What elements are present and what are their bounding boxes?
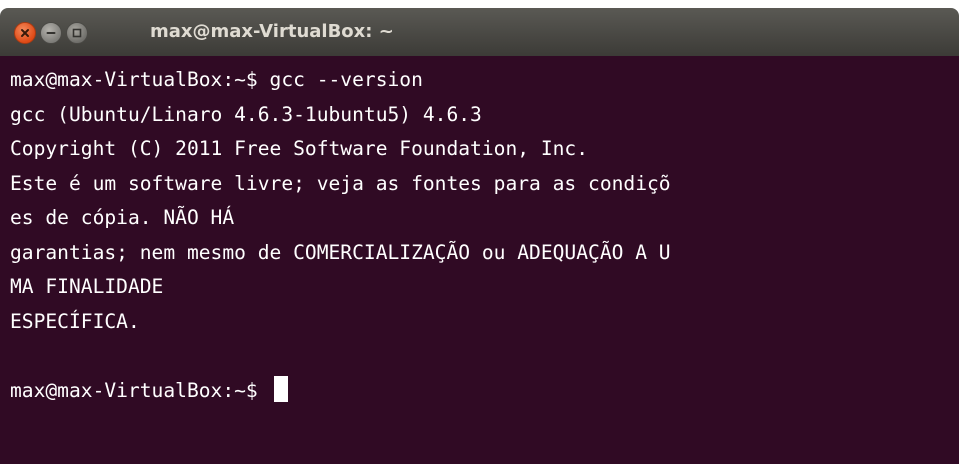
maximize-button[interactable] — [66, 22, 88, 44]
terminal-line: garantias; nem mesmo de COMERCIALIZAÇÃO … — [10, 240, 671, 264]
window-title: max@max-VirtualBox: ~ — [150, 21, 394, 42]
terminal-line: MA FINALIDADE — [10, 275, 164, 298]
minimize-button[interactable] — [40, 22, 62, 44]
maximize-icon — [72, 28, 82, 38]
terminal-output[interactable]: max@max-VirtualBox:~$ gcc --version gcc … — [0, 56, 959, 464]
terminal-line: Este é um software livre; veja as fontes… — [10, 171, 671, 195]
title-bar[interactable]: max@max-VirtualBox: ~ — [0, 8, 959, 56]
terminal-line: es de cópia. NÃO HÁ — [10, 206, 235, 229]
prompt-line[interactable]: max@max-VirtualBox:~$ — [10, 374, 959, 409]
terminal-line: ESPECÍFICA. — [10, 309, 140, 333]
shell-prompt: max@max-VirtualBox:~$ — [10, 378, 270, 402]
close-icon — [21, 29, 29, 37]
terminal-window: max@max-VirtualBox: ~ max@max-VirtualBox… — [0, 8, 959, 464]
text-cursor — [273, 375, 288, 402]
terminal-line: gcc (Ubuntu/Linaro 4.6.3-1ubuntu5) 4.6.3 — [10, 102, 482, 126]
terminal-line: max@max-VirtualBox:~$ gcc --version — [10, 68, 423, 91]
terminal-line: Copyright (C) 2011 Free Software Foundat… — [10, 137, 589, 160]
close-button[interactable] — [14, 22, 36, 44]
minimize-icon — [46, 32, 56, 34]
